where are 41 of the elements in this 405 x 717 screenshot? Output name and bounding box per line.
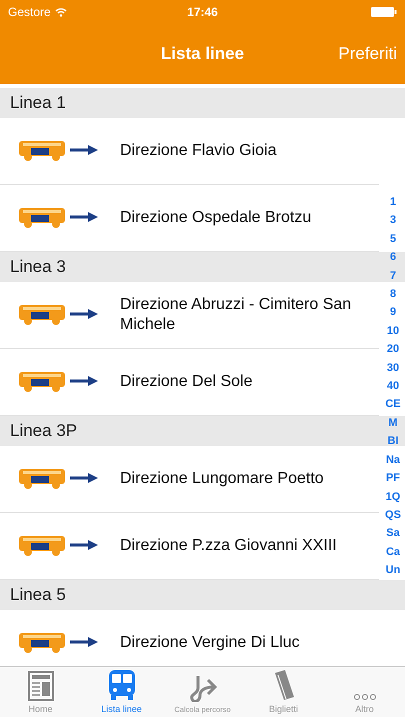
section-header: Linea 1 [0,88,405,118]
status-time: 17:46 [187,5,218,19]
line-direction-row[interactable]: Direzione Abruzzi - Cimitero San Michele [0,282,379,349]
index-letter[interactable]: 10 [386,322,400,340]
index-letter[interactable]: 40 [386,377,400,396]
index-letter[interactable]: Sa [386,524,400,543]
newspaper-icon [28,671,54,701]
tab-bar-item[interactable]: Home [0,667,81,717]
index-letter[interactable]: M [388,414,398,432]
line-direction-row[interactable]: Direzione Flavio Gioia [0,118,379,185]
index-letter[interactable]: 7 [390,266,396,286]
index-letter[interactable]: 9 [390,303,396,322]
index-letter[interactable]: 5 [390,230,396,248]
route-arrow-icon [188,674,218,702]
tab-bar-item[interactable]: Biglietti [243,667,324,717]
index-letter[interactable]: 8 [390,285,396,304]
index-letter[interactable]: CE [385,395,401,414]
index-letter[interactable]: Un [386,561,400,580]
index-letter[interactable]: 6 [390,248,396,267]
wifi-icon [54,8,67,16]
nav-title: Lista linee [160,44,244,64]
tab-bar-item[interactable]: Altro [324,667,405,717]
index-letter[interactable]: Ca [386,542,400,562]
index-letter[interactable]: 1 [390,193,396,212]
more-icon [352,693,376,701]
index-letter[interactable]: BI [388,432,398,451]
battery-icon [371,7,397,17]
index-letter[interactable]: 3 [390,211,396,230]
section-header: Linea 5 [0,580,405,610]
carrier-label: Gestore [8,5,51,19]
line-direction-row[interactable]: Direzione Lungomare Poetto [0,446,379,513]
index-letter[interactable]: 30 [386,358,400,378]
favorites-button[interactable]: Preferiti [338,44,397,64]
ticket-icon [272,669,294,701]
index-letter[interactable]: PF [386,469,400,488]
index-letter[interactable]: QS [385,506,401,524]
index-letter[interactable]: Na [386,450,400,470]
index-letter[interactable]: 20 [386,340,400,359]
bus-icon [106,669,136,701]
tab-bar-item[interactable]: Lista linee [81,667,162,717]
index-letter[interactable]: 1Q [386,488,400,506]
